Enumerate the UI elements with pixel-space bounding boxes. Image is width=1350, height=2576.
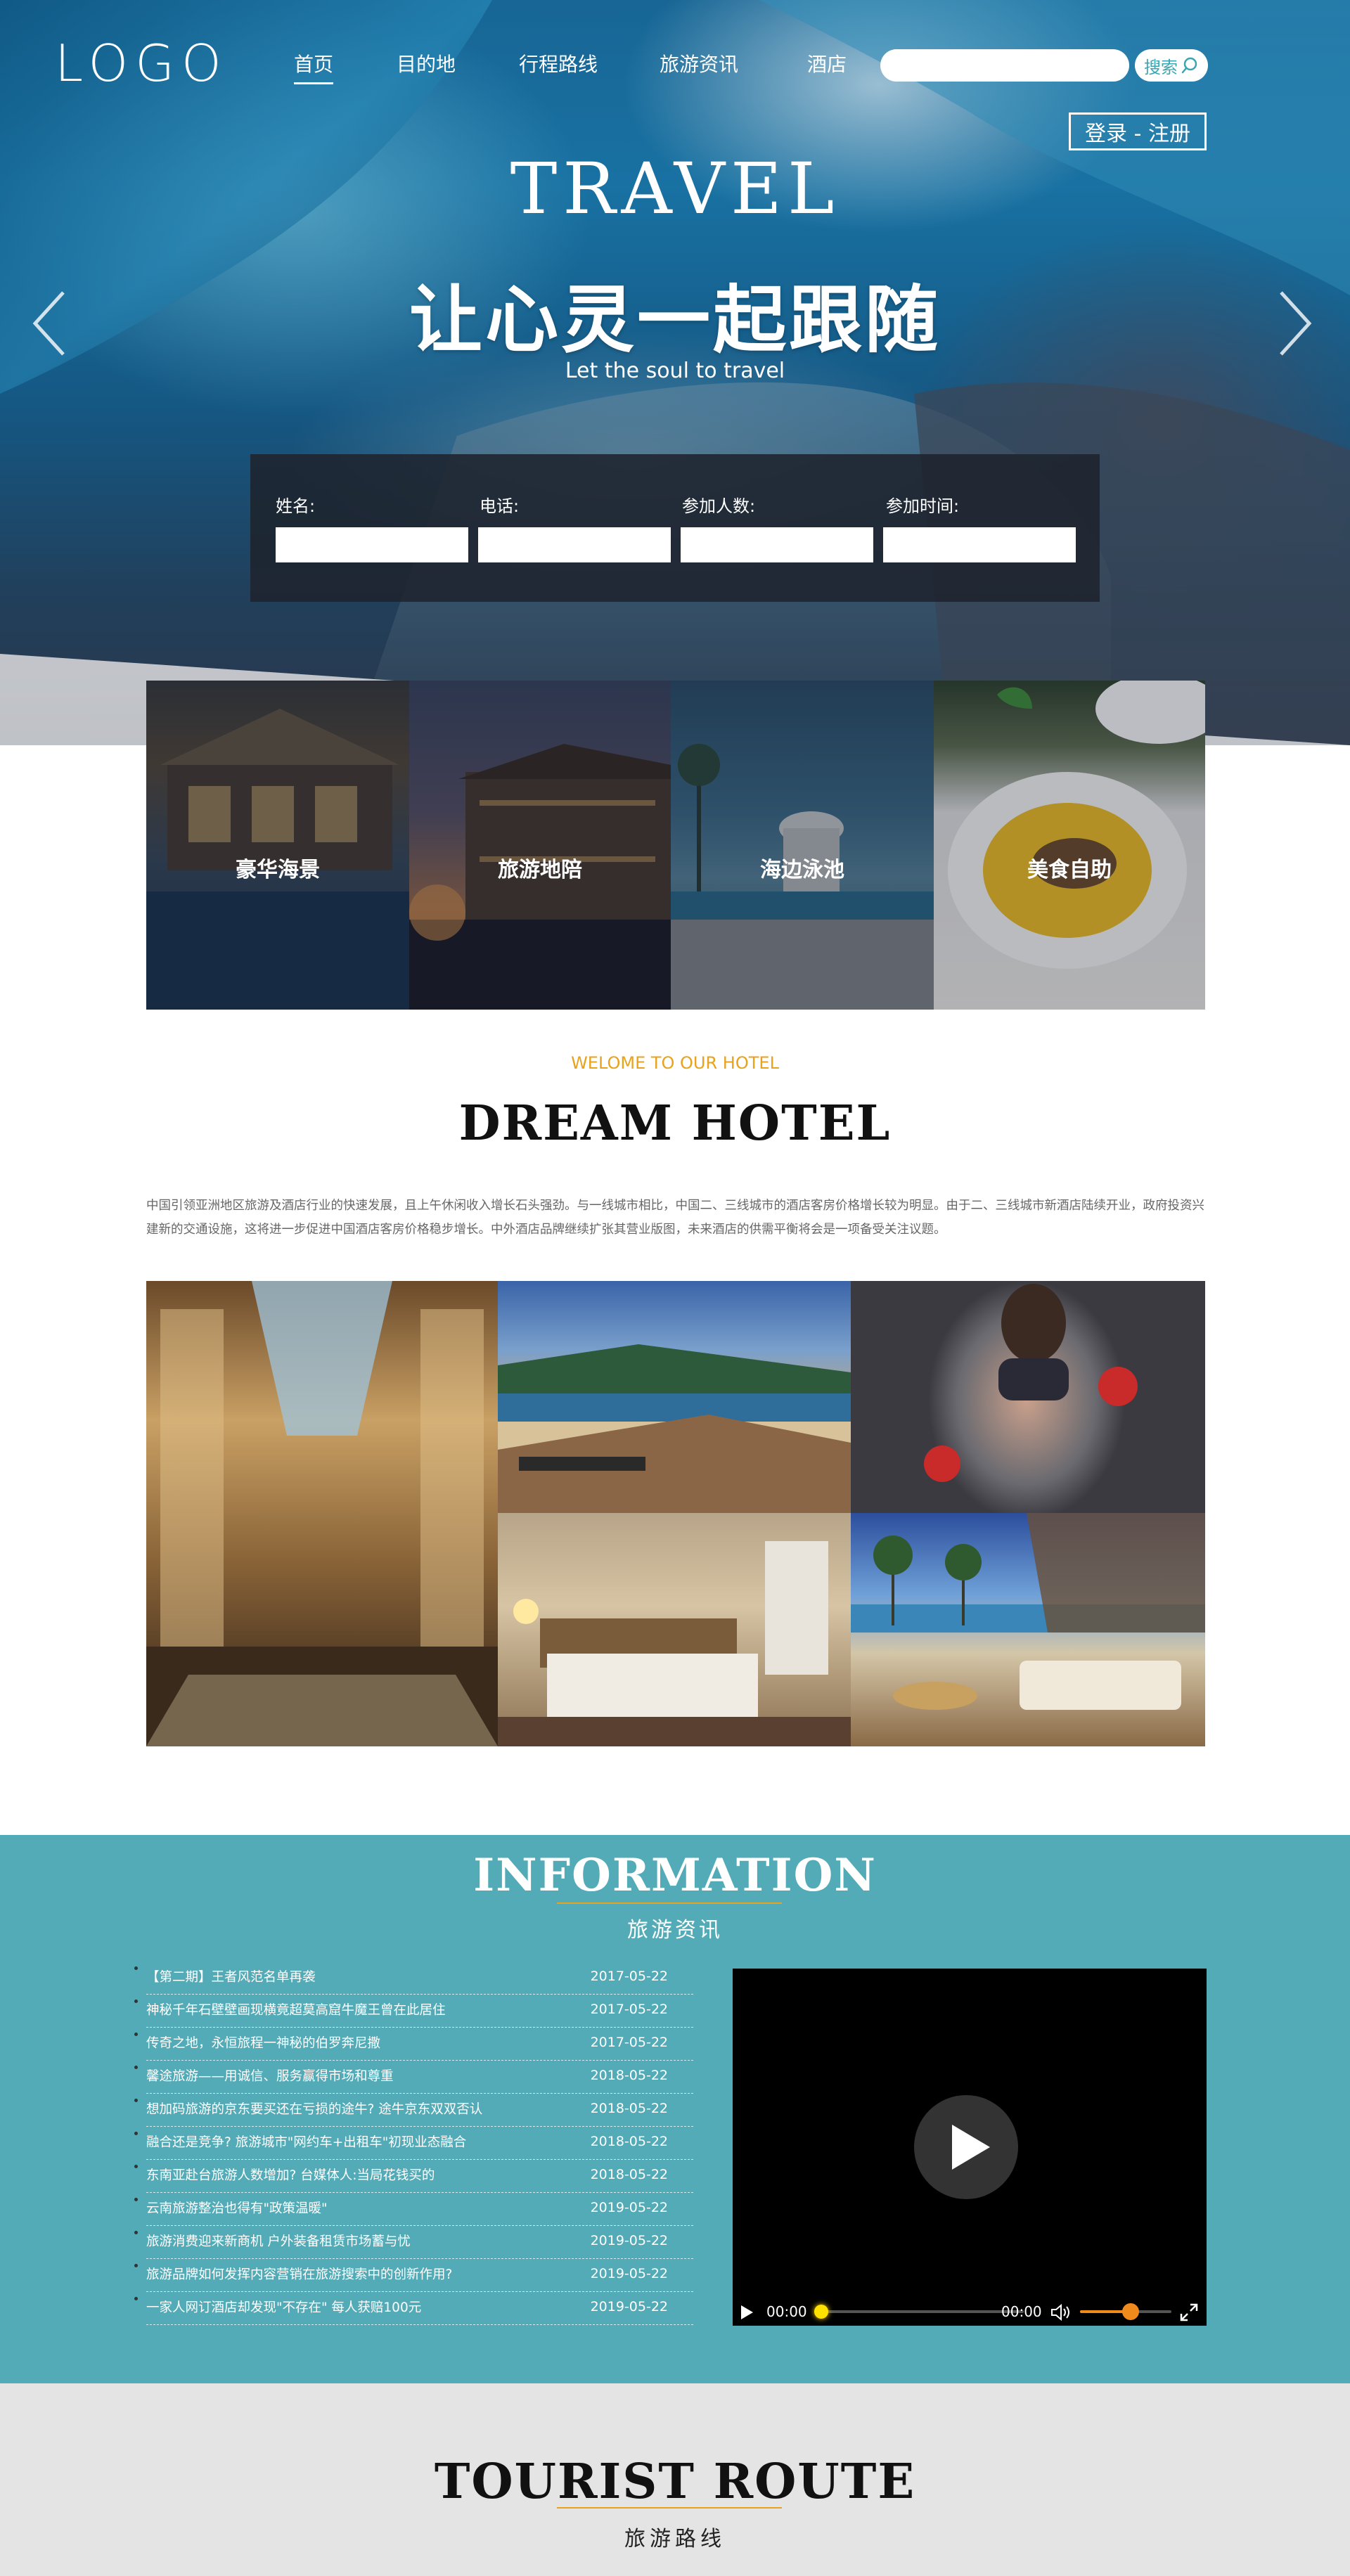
search-icon (1181, 57, 1197, 74)
gallery-beach-deck-image[interactable] (498, 1281, 851, 1513)
volume-handle[interactable] (1121, 2303, 1139, 2320)
hero-banner: LOGO 首页 目的地 行程路线 旅游资讯 酒店 搜索 登录 - 注册 TRAV… (0, 0, 1350, 745)
tourist-route-section: TOURIST ROUTE 旅游路线 (0, 2383, 1350, 2576)
news-date: 2018-05-22 (590, 2101, 668, 2116)
play-button[interactable] (914, 2095, 1018, 2199)
feature-tile-guide[interactable]: 旅游地陪 (409, 681, 671, 1010)
news-item[interactable]: 东南亚赴台旅游人数增加? 台媒体人:当局花钱买的 2018-05-22 (146, 2160, 693, 2193)
gallery-beach-lounge-image[interactable] (851, 1513, 1205, 1746)
carousel-prev-button[interactable] (28, 288, 70, 359)
nav-item-hotel[interactable]: 酒店 (807, 49, 847, 77)
video-seek-bar[interactable] (820, 2310, 1024, 2313)
nav-item-home[interactable]: 首页 (294, 49, 334, 84)
welcome-kicker: WELOME TO OUR HOTEL (571, 1053, 779, 1073)
nav-item-routes[interactable]: 行程路线 (519, 49, 598, 77)
news-title: 云南旅游整治也得有"政策温暖" (146, 2201, 328, 2216)
name-label: 姓名: (276, 496, 316, 516)
hotel-gallery (146, 1281, 1205, 1746)
nav-item-destination[interactable]: 目的地 (397, 49, 456, 77)
site-logo[interactable]: LOGO (55, 34, 229, 93)
news-title: 旅游消费迎来新商机 户外装备租赁市场蓄与忧 (146, 2234, 411, 2249)
news-item[interactable]: 一家人网订酒店却发现"不存在" 每人获赔100元 2019-05-22 (146, 2292, 693, 2325)
news-title: 【第二期】王者风范名单再袭 (146, 1970, 316, 1985)
phone-label: 电话: (480, 496, 520, 516)
search-input[interactable] (880, 49, 1129, 82)
news-date: 2017-05-22 (590, 2035, 668, 2050)
hotel-intro-text: 中国引领亚洲地区旅游及酒店行业的快速发展，且上午休闲收入增长石头强劲。与一线城市… (146, 1199, 1204, 1237)
feature-tile-pool[interactable]: 海边泳池 (671, 681, 934, 1010)
hero-title: TRAVEL (510, 148, 840, 230)
play-small-icon[interactable] (740, 2305, 754, 2320)
news-date: 2019-05-22 (590, 2200, 668, 2215)
news-date: 2019-05-22 (590, 2233, 668, 2248)
news-date: 2018-05-22 (590, 2134, 668, 2149)
news-date: 2017-05-22 (590, 1969, 668, 1984)
video-player[interactable]: 00:00 00:00 (733, 1969, 1207, 2326)
login-register-button[interactable]: 登录 - 注册 (1069, 112, 1207, 150)
news-date: 2018-05-22 (590, 2068, 668, 2083)
chevron-left-icon (32, 291, 65, 356)
tourist-route-title: TOURIST ROUTE (434, 2454, 916, 2510)
dream-hotel-title: DREAM HOTEL (458, 1095, 892, 1152)
chevron-right-icon (1280, 291, 1312, 356)
tourist-route-subtitle: 旅游路线 (624, 2527, 726, 2551)
news-item[interactable]: 传奇之地，永恒旅程一神秘的伯罗奔尼撒 2017-05-22 (146, 2028, 693, 2061)
video-current-time: 00:00 (766, 2303, 807, 2320)
hero-subtitle: 让心灵一起跟随 (409, 277, 941, 363)
news-date: 2017-05-22 (590, 2002, 668, 2017)
date-field[interactable] (883, 527, 1076, 562)
booking-form: 姓名: 电话: 参加人数: 参加时间: (250, 454, 1100, 602)
gallery-bedroom-image[interactable] (498, 1513, 851, 1746)
feature-tile-seaview[interactable]: 豪华海景 (146, 681, 409, 1010)
news-title: 东南亚赴台旅游人数增加? 台媒体人:当局花钱买的 (146, 2168, 435, 2183)
date-label: 参加时间: (886, 496, 960, 516)
news-item[interactable]: 融合还是竞争? 旅游城市"网约车+出租车"初现业态融合 2018-05-22 (146, 2127, 693, 2160)
news-title: 融合还是竞争? 旅游城市"网约车+出租车"初现业态融合 (146, 2135, 467, 2150)
hero-tagline: Let the soul to travel (565, 359, 785, 383)
gallery-lobby-image[interactable] (146, 1281, 498, 1746)
news-title: 一家人网订酒店却发现"不存在" 每人获赔100元 (146, 2300, 422, 2315)
news-item[interactable]: 旅游品牌如何发挥内容营销在旅游搜索中的创新作用? 2019-05-22 (146, 2259, 693, 2292)
news-item[interactable]: 神秘千年石壁壁画现横竟超莫高窟牛魔王曾在此居住 2017-05-22 (146, 1995, 693, 2028)
feature-label-seaview: 豪华海景 (236, 858, 320, 882)
news-item[interactable]: 【第二期】王者风范名单再袭 2017-05-22 (146, 1962, 693, 1995)
news-date: 2019-05-22 (590, 2299, 668, 2314)
video-controls: 00:00 00:00 (733, 2296, 1207, 2326)
feature-label-guide: 旅游地陪 (498, 858, 582, 882)
news-item[interactable]: 云南旅游整治也得有"政策温暖" 2019-05-22 (146, 2193, 693, 2226)
people-count-label: 参加人数: (682, 496, 756, 516)
news-title: 旅游品牌如何发挥内容营销在旅游搜索中的创新作用? (146, 2267, 453, 2282)
news-title: 想加码旅游的京东要买还在亏损的途牛? 途牛京东双双否认 (146, 2102, 483, 2117)
news-date: 2019-05-22 (590, 2266, 668, 2281)
news-title: 传奇之地，永恒旅程一神秘的伯罗奔尼撒 (146, 2036, 381, 2051)
feature-tiles: 豪华海景 旅游地陪 海边泳池 美食自助 (146, 681, 1205, 1010)
news-item[interactable]: 旅游消费迎来新商机 户外装备租赁市场蓄与忧 2019-05-22 (146, 2226, 693, 2259)
news-date: 2018-05-22 (590, 2167, 668, 2182)
information-subtitle: 旅游资讯 (627, 1918, 723, 1943)
search-button[interactable]: 搜索 (1135, 49, 1208, 82)
news-title: 馨途旅游——用诚信、服务赢得市场和尊重 (146, 2069, 394, 2084)
play-icon (952, 2125, 990, 2170)
people-count-field[interactable] (681, 527, 873, 562)
volume-icon[interactable] (1050, 2303, 1072, 2321)
news-title: 神秘千年石壁壁画现横竟超莫高窟牛魔王曾在此居住 (146, 2003, 446, 2018)
feature-tile-buffet[interactable]: 美食自助 (934, 681, 1205, 1010)
feature-label-buffet: 美食自助 (1027, 858, 1112, 882)
search-button-label: 搜索 (1144, 57, 1178, 77)
video-duration: 00:00 (1001, 2303, 1042, 2320)
nav-item-news[interactable]: 旅游资讯 (660, 49, 738, 77)
phone-field[interactable] (478, 527, 671, 562)
information-underline (557, 1902, 782, 1904)
video-seek-handle[interactable] (814, 2305, 828, 2319)
news-item[interactable]: 想加码旅游的京东要买还在亏损的途牛? 途牛京东双双否认 2018-05-22 (146, 2094, 693, 2127)
carousel-next-button[interactable] (1274, 288, 1316, 359)
news-item[interactable]: 馨途旅游——用诚信、服务赢得市场和尊重 2018-05-22 (146, 2061, 693, 2094)
name-field[interactable] (276, 527, 468, 562)
tourist-route-underline (557, 2507, 782, 2509)
fullscreen-icon[interactable] (1180, 2303, 1198, 2321)
information-title: INFORMATION (473, 1849, 877, 1902)
information-section: INFORMATION 旅游资讯 【第二期】王者风范名单再袭 2017-05-2… (0, 1835, 1350, 2383)
gallery-fitness-image[interactable] (851, 1281, 1205, 1513)
feature-label-pool: 海边泳池 (760, 858, 844, 882)
